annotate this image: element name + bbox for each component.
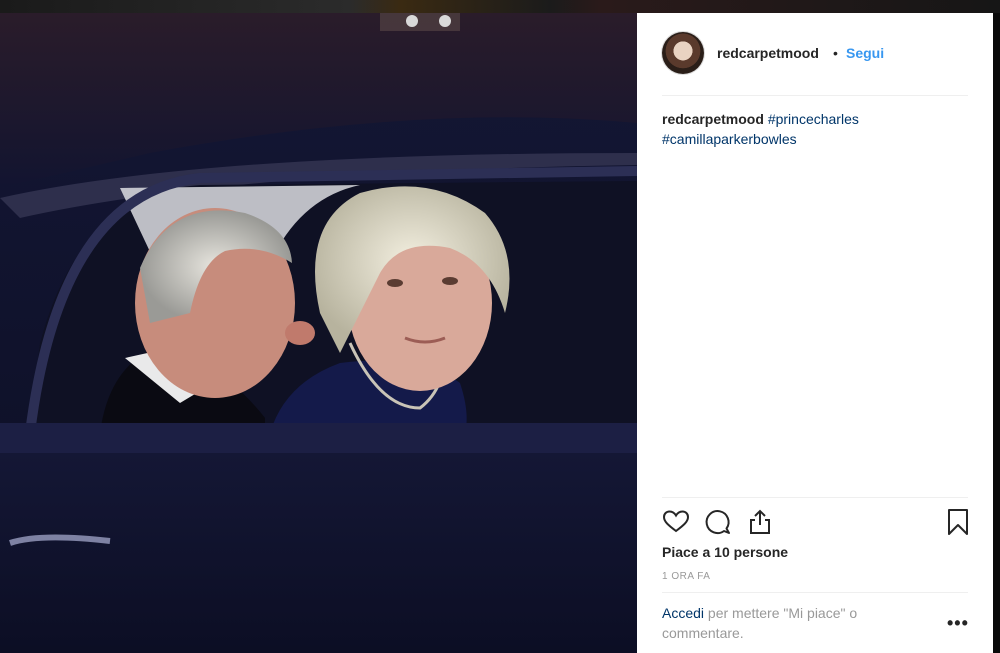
background-page-strip bbox=[0, 0, 1000, 13]
more-options-icon[interactable]: ••• bbox=[947, 613, 969, 634]
likes-count[interactable]: Piace a 10 persone bbox=[662, 544, 788, 560]
login-link[interactable]: Accedi bbox=[662, 605, 704, 621]
post-side-panel: redcarpetmood • Segui redcarpetmood #pri… bbox=[637, 13, 993, 653]
bookmark-icon[interactable] bbox=[944, 508, 972, 536]
avatar[interactable] bbox=[662, 32, 704, 74]
timestamp[interactable]: 1 ORA FA bbox=[662, 571, 710, 582]
hashtag-camillaparkerbowles[interactable]: #camillaparkerbowles bbox=[662, 131, 797, 147]
separator-dot: • bbox=[833, 45, 838, 61]
login-prompt: Accedi per mettere "Mi piace" o commenta… bbox=[662, 603, 932, 643]
username-link[interactable]: redcarpetmood bbox=[717, 45, 819, 61]
caption-username[interactable]: redcarpetmood bbox=[662, 111, 764, 127]
comment-icon[interactable] bbox=[704, 508, 732, 536]
hashtag-princecharles[interactable]: #princecharles bbox=[768, 111, 859, 127]
header-divider bbox=[662, 95, 968, 96]
actions-divider bbox=[662, 497, 968, 498]
heart-icon[interactable] bbox=[662, 508, 690, 536]
modal-backdrop-edge bbox=[993, 13, 1000, 653]
post-photo[interactable] bbox=[0, 13, 637, 653]
share-icon[interactable] bbox=[746, 508, 774, 536]
action-bar bbox=[662, 508, 968, 538]
caption: redcarpetmood #princecharles #camillapar… bbox=[662, 109, 962, 149]
follow-button[interactable]: Segui bbox=[846, 45, 884, 61]
footer-divider bbox=[662, 592, 968, 593]
car-photo-illustration bbox=[0, 13, 637, 653]
post-header: redcarpetmood • Segui bbox=[637, 13, 993, 95]
